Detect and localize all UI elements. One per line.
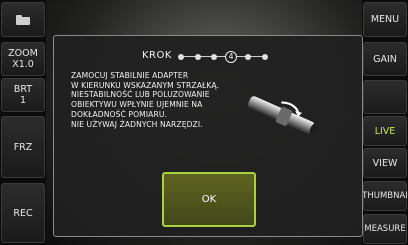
step-dot-6 [262,54,268,60]
empty-button[interactable] [363,80,407,114]
gain-button[interactable]: GAIN [363,42,407,76]
right-button-panel: MENU GAIN LIVE VIEW THUMBNAI MEASURE [362,0,408,245]
folder-icon [16,14,30,25]
step-dot-1 [178,54,184,60]
record-label: REC [13,207,33,219]
adapter-illustration-icon [247,96,318,136]
step-dot-5 [245,54,251,60]
live-label: LIVE [374,125,396,137]
thumbnail-label: THUMBNAI [362,190,408,201]
folder-button[interactable] [1,2,45,37]
view-label: VIEW [372,157,398,169]
step-dot-3 [211,54,217,60]
ok-button[interactable]: OK [162,172,256,227]
ok-label: OK [201,194,217,205]
brightness-label: BRT [13,84,33,95]
view-button[interactable]: VIEW [363,148,407,178]
step-progress: 4 [178,51,268,63]
adapter-instruction-dialog: KROK 4 ZAMOCUJ STABILNIE ADAPTER W KIERU… [53,35,363,237]
step-dot-current: 4 [225,51,237,63]
instruction-text: ZAMOCUJ STABILNIE ADAPTER W KIERUNKU WSK… [71,71,220,129]
thumbnail-button[interactable]: THUMBNAI [362,181,408,211]
menu-label: MENU [370,14,400,25]
step-label: KROK [142,50,172,61]
step-dot-2 [195,54,201,60]
left-button-panel: ZOOM X1.0 BRT 1 FRZ REC [0,0,46,245]
live-button[interactable]: LIVE [363,116,407,146]
freeze-button[interactable]: FRZ [1,116,45,178]
brightness-value: 1 [19,95,27,106]
record-button[interactable]: REC [1,183,45,243]
zoom-label: ZOOM [8,48,38,59]
measure-label: MEASURE [364,223,406,234]
freeze-label: FRZ [13,141,33,153]
zoom-value: X1.0 [12,59,34,70]
brightness-button[interactable]: BRT 1 [1,78,45,112]
measure-button[interactable]: MEASURE [363,214,407,244]
step-track-line [181,56,265,57]
gain-label: GAIN [373,53,397,65]
zoom-button[interactable]: ZOOM X1.0 [1,42,45,76]
step-indicator: KROK 4 [54,48,362,64]
menu-button[interactable]: MENU [363,2,407,37]
